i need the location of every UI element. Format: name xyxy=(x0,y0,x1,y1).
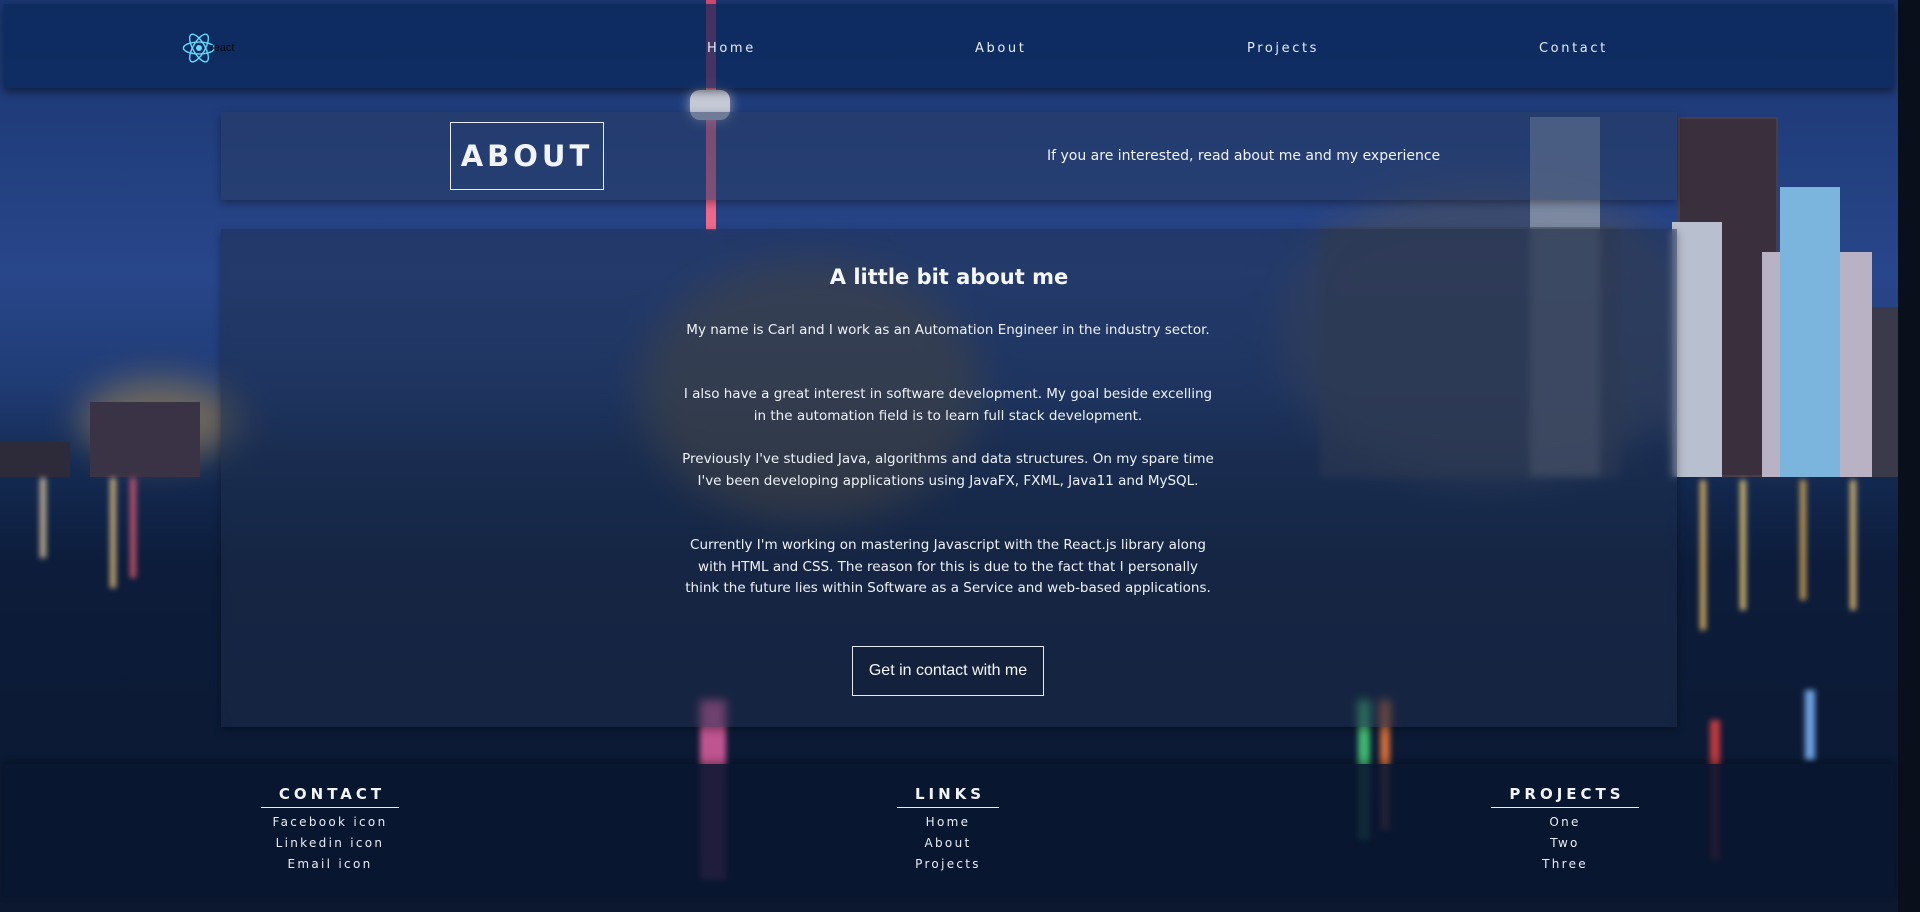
footer-link-home[interactable]: Home xyxy=(848,814,1048,830)
contact-button[interactable]: Get in contact with me xyxy=(852,646,1044,696)
navbar: react Home About Projects Contact xyxy=(4,4,1894,88)
footer-link-email[interactable]: Email icon xyxy=(230,856,430,872)
about-paragraph-4: Currently I'm working on mastering Javas… xyxy=(685,537,1211,596)
about-heading: A little bit about me xyxy=(829,265,1069,289)
footer-links-title: LINKS xyxy=(896,785,1000,808)
nav-link-about[interactable]: About xyxy=(975,41,1026,56)
about-paragraph-3: Previously I've studied Java, algorithms… xyxy=(682,451,1214,489)
react-logo[interactable]: react xyxy=(182,32,234,64)
footer-column-links: LINKS Home About Projects xyxy=(848,784,1048,872)
window-edge-strip xyxy=(1898,0,1920,912)
footer-contact-title: CONTACT xyxy=(260,785,400,808)
footer-project-two[interactable]: Two xyxy=(1465,835,1665,851)
footer-project-one[interactable]: One xyxy=(1465,814,1665,830)
page-title: ABOUT xyxy=(450,122,604,190)
footer-column-projects: PROJECTS One Two Three xyxy=(1465,784,1665,872)
footer-link-projects[interactable]: Projects xyxy=(848,856,1048,872)
footer-link-facebook[interactable]: Facebook icon xyxy=(230,814,430,830)
about-tagline: If you are interested, read about me and… xyxy=(1047,148,1441,164)
logo-text: react xyxy=(210,42,235,54)
about-header-panel xyxy=(221,112,1677,200)
nav-link-projects[interactable]: Projects xyxy=(1247,41,1319,56)
nav-link-contact[interactable]: Contact xyxy=(1539,41,1608,56)
nav-link-home[interactable]: Home xyxy=(707,41,756,56)
footer-column-contact: CONTACT Facebook icon Linkedin icon Emai… xyxy=(230,784,430,872)
about-paragraph-1: My name is Carl and I work as an Automat… xyxy=(686,322,1210,338)
footer-project-three[interactable]: Three xyxy=(1465,856,1665,872)
footer-link-about[interactable]: About xyxy=(848,835,1048,851)
about-paragraph-2: I also have a great interest in software… xyxy=(683,386,1213,424)
footer-projects-title: PROJECTS xyxy=(1491,785,1639,808)
footer-link-linkedin[interactable]: Linkedin icon xyxy=(230,835,430,851)
